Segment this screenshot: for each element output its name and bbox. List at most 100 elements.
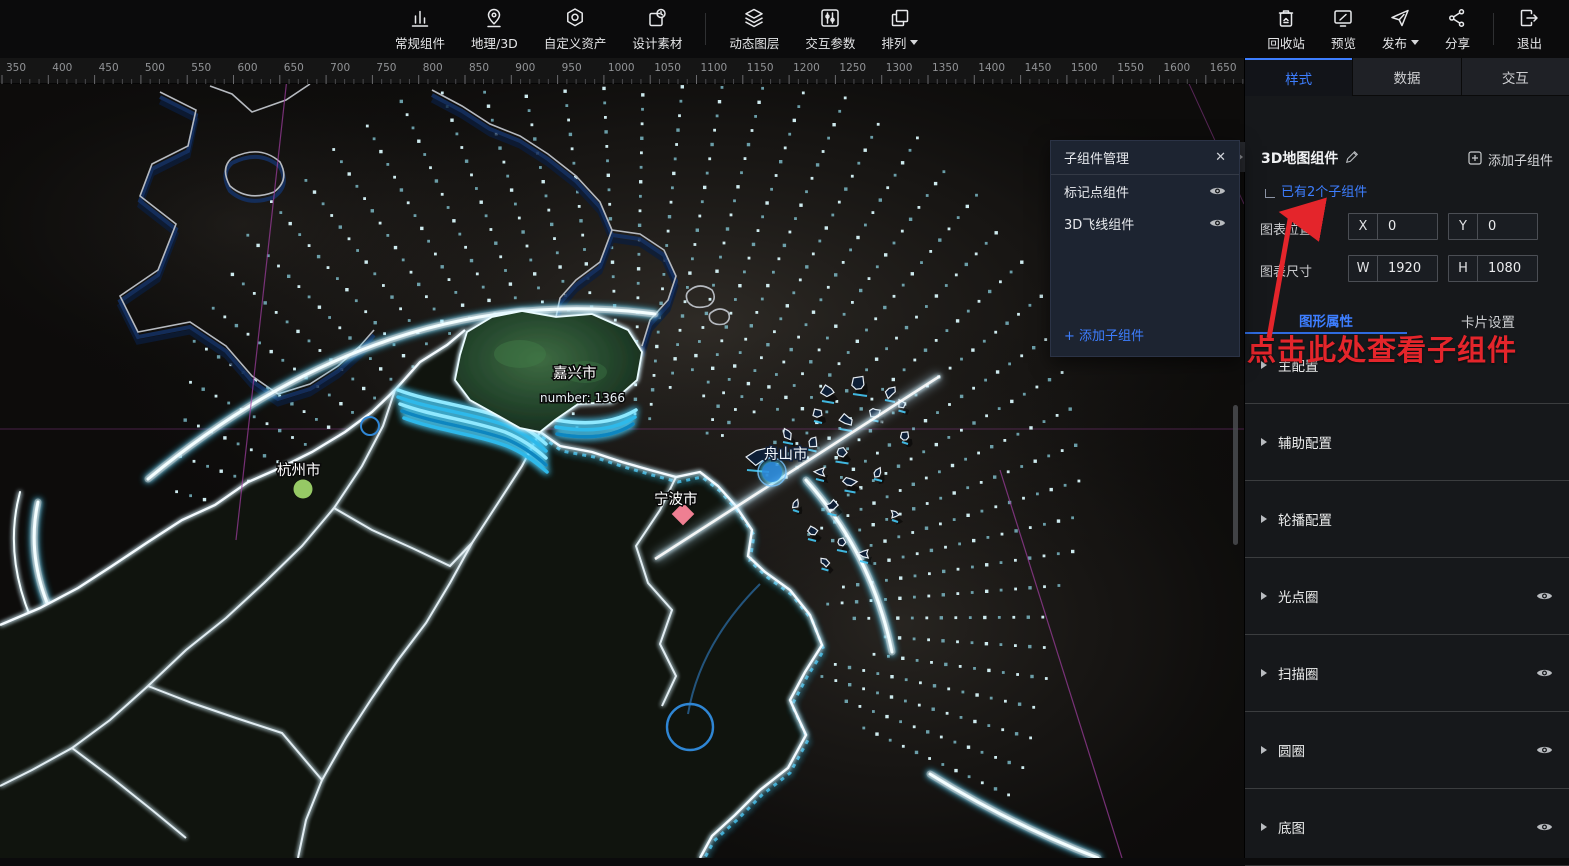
toolbar-item-设计素材[interactable]: 设计素材 (619, 0, 695, 58)
section-主配置[interactable]: 主配置 (1245, 327, 1569, 404)
toolbar-item-自定义资产[interactable]: 自定义资产 (531, 0, 620, 58)
existing-children-link[interactable]: 已有2个子组件 (1265, 181, 1367, 200)
size-h-field[interactable]: H 1080 (1448, 255, 1538, 282)
subcomponent-item-标记点组件[interactable]: 标记点组件 (1051, 175, 1239, 207)
toolbar-item-分享[interactable]: 分享 (1432, 0, 1483, 58)
toolbar-item-预览[interactable]: 预览 (1318, 0, 1369, 58)
toolbar-item-label: 回收站 (1267, 33, 1305, 52)
zhoushan-label: 舟山市 (764, 446, 808, 463)
corner-icon (1265, 189, 1275, 198)
toolbar-item-发布[interactable]: 发布 (1369, 0, 1432, 58)
tab-样式[interactable]: 样式 (1245, 58, 1352, 96)
hangzhou-marker-dot[interactable] (294, 480, 313, 499)
jiaxing-label: 嘉兴市 (553, 365, 597, 382)
svg-text:900: 900 (515, 62, 535, 74)
add-subcomponent-link[interactable]: + 添加子组件 (1064, 325, 1144, 344)
section-底图[interactable]: 底图 (1245, 789, 1569, 866)
add-child-component-button[interactable]: 添加子组件 (1468, 150, 1553, 169)
caret-right-icon (1261, 438, 1267, 446)
svg-text:600: 600 (238, 62, 258, 74)
section-光点圈[interactable]: 光点圈 (1245, 558, 1569, 635)
tab-交互[interactable]: 交互 (1461, 58, 1569, 96)
hexagon-asset-icon (563, 6, 587, 30)
toolbar-divider (1493, 13, 1494, 45)
toolbar-item-label: 动态图层 (729, 33, 779, 52)
svg-text:1600: 1600 (1164, 62, 1191, 74)
canvas-vertical-scrollbar[interactable] (1233, 405, 1238, 545)
caret-right-icon (1261, 823, 1267, 831)
top-toolbar: 常规组件 地理/3D 自定义资产设计素材 动态图层 交互参数排列 回收站 预览发布分享 退出 (0, 0, 1569, 58)
subcomponent-list: 标记点组件 3D飞线组件 (1051, 175, 1239, 239)
toolbar-item-label: 交互参数 (805, 33, 855, 52)
edit-pencil-icon[interactable] (1345, 149, 1359, 168)
toolbar-item-回收站[interactable]: 回收站 (1254, 0, 1318, 58)
svg-text:700: 700 (330, 62, 350, 74)
sliders-icon (818, 6, 842, 30)
design-shape-icon (645, 6, 669, 30)
jiaxing-value-label: number: 1366 (540, 391, 625, 405)
toolbar-item-label: 地理/3D (471, 33, 518, 52)
toolbar-item-label: 预览 (1331, 33, 1356, 52)
subcomponent-panel-titlebar[interactable]: 子组件管理 ✕ (1051, 141, 1239, 175)
section-辅助配置[interactable]: 辅助配置 (1245, 404, 1569, 481)
toolbar-item-排列[interactable]: 排列 (868, 0, 931, 58)
svg-text:1300: 1300 (886, 62, 913, 74)
chevron-down-icon (1411, 40, 1419, 45)
exit-icon (1517, 6, 1541, 30)
position-y-field[interactable]: Y 0 (1448, 213, 1538, 240)
svg-text:550: 550 (191, 62, 211, 74)
toolbar-item-label: 常规组件 (395, 33, 445, 52)
section-圆圈[interactable]: 圆圈 (1245, 712, 1569, 789)
toolbar-item-常规组件[interactable]: 常规组件 (382, 0, 458, 58)
section-label: 扫描圈 (1278, 663, 1536, 683)
svg-text:450: 450 (99, 62, 119, 74)
section-扫描圈[interactable]: 扫描圈 (1245, 635, 1569, 712)
plus-square-icon (1468, 151, 1482, 169)
eye-icon[interactable] (1536, 590, 1553, 602)
svg-text:800: 800 (423, 62, 443, 74)
caret-right-icon (1261, 515, 1267, 523)
eye-icon[interactable] (1536, 821, 1553, 833)
section-label: 底图 (1278, 817, 1536, 837)
toolbar-item-label: 分享 (1445, 33, 1470, 52)
eye-icon[interactable] (1536, 744, 1553, 756)
svg-text:1150: 1150 (747, 62, 774, 74)
toolbar-item-label: 设计素材 (632, 33, 682, 52)
eye-icon[interactable] (1536, 667, 1553, 679)
eye-icon[interactable] (1209, 185, 1226, 197)
caret-right-icon (1261, 669, 1267, 677)
subcomponent-manager-panel: 子组件管理 ✕ 标记点组件 3D飞线组件 + 添加子组件 (1050, 140, 1240, 357)
toolbar-item-label: 退出 (1517, 33, 1542, 52)
position-x-field[interactable]: X 0 (1348, 213, 1438, 240)
publish-plane-icon (1388, 6, 1412, 30)
svg-text:400: 400 (52, 62, 72, 74)
hangzhou-label: 杭州市 (277, 462, 321, 479)
svg-text:1500: 1500 (1071, 62, 1098, 74)
close-icon[interactable]: ✕ (1215, 150, 1226, 165)
subcomponent-item-3D飞线组件[interactable]: 3D飞线组件 (1051, 207, 1239, 239)
preview-screen-icon (1331, 6, 1355, 30)
size-w-field[interactable]: W 1920 (1348, 255, 1438, 282)
svg-text:1350: 1350 (932, 62, 959, 74)
geo-pin-icon (482, 6, 506, 30)
chart-size-label: 图表尺寸 (1260, 261, 1312, 280)
toolbar-item-退出[interactable]: 退出 (1504, 0, 1555, 58)
toolbar-item-交互参数[interactable]: 交互参数 (792, 0, 868, 58)
svg-text:1200: 1200 (793, 62, 820, 74)
svg-text:1000: 1000 (608, 62, 635, 74)
chart-bars-icon (408, 6, 432, 30)
config-sections: 主配置辅助配置轮播配置光点圈扫描圈圆圈底图 (1245, 327, 1569, 866)
eye-icon[interactable] (1209, 217, 1226, 229)
svg-text:1400: 1400 (978, 62, 1005, 74)
toolbar-left-group: 常规组件 地理/3D 自定义资产设计素材 动态图层 交互参数排列 (382, 0, 931, 58)
toolbar-item-动态图层[interactable]: 动态图层 (716, 0, 792, 58)
subcomponent-panel-title: 子组件管理 (1064, 148, 1129, 167)
tab-数据[interactable]: 数据 (1352, 58, 1460, 96)
section-轮播配置[interactable]: 轮播配置 (1245, 481, 1569, 558)
svg-text:850: 850 (469, 62, 489, 74)
subcomponent-item-label: 3D飞线组件 (1064, 214, 1134, 233)
svg-text:750: 750 (376, 62, 396, 74)
section-label: 光点圈 (1278, 586, 1536, 606)
arrange-icon (888, 6, 912, 30)
toolbar-item-地理/3D[interactable]: 地理/3D (458, 0, 531, 58)
